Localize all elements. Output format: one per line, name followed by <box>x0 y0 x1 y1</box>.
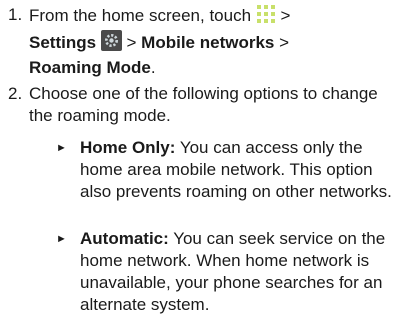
apps-grid-icon <box>256 4 276 30</box>
settings-label: Settings <box>29 33 97 52</box>
step-1-number: 1. <box>8 5 23 24</box>
option-home-only: Home Only: You can access only the home … <box>80 137 405 203</box>
step-2-text: Choose one of the following options to c… <box>29 84 378 125</box>
mobile-networks-label: Mobile networks <box>141 33 275 52</box>
step-1-text: From the home screen, touch > Settings >… <box>29 4 401 79</box>
step-1-intro: From the home screen, touch <box>29 6 252 25</box>
settings-gear-icon <box>100 30 122 57</box>
step-1-period: . <box>150 58 156 77</box>
option-automatic: Automatic: You can seek service on the h… <box>80 228 405 316</box>
roaming-mode-label: Roaming Mode <box>29 58 151 77</box>
option-title: Automatic: <box>80 229 169 248</box>
bullet-marker-icon: ► <box>56 142 67 154</box>
step-2-number: 2. <box>8 84 23 103</box>
document: 1. From the home screen, touch > Setting… <box>0 0 408 335</box>
step-1-sep-1: > <box>275 6 291 25</box>
step-1-sep-2: > <box>121 33 142 52</box>
option-title: Home Only: <box>80 138 176 157</box>
bullet-marker-icon: ► <box>56 233 67 245</box>
step-1-sep-3: > <box>274 33 290 52</box>
